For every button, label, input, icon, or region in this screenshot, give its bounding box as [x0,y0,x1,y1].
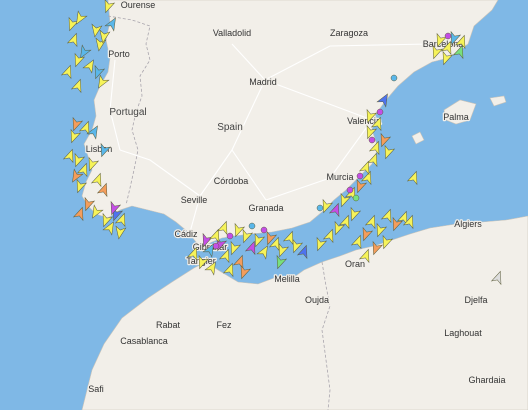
vessel-marker[interactable] [248,222,256,230]
vessel-marker[interactable] [356,172,364,180]
vessel-marker[interactable] [390,74,398,82]
vessel-marker[interactable] [352,194,360,202]
city-granada: Granada [248,203,283,213]
city-cadiz: Cádiz [174,229,198,239]
city-laghouat: Laghouat [444,328,482,338]
city-safi: Safi [88,384,104,394]
vessel-marker[interactable] [212,242,220,250]
city-murcia: Murcia [326,172,353,182]
city-rabat: Rabat [156,320,181,330]
vessel-marker[interactable] [346,186,354,194]
vessel-marker[interactable] [376,108,384,116]
city-palma: Palma [443,112,469,122]
city-porto: Porto [108,49,130,59]
vessel-map[interactable]: Portugal Spain Ourense Valladolid Zarago… [0,0,528,410]
vessel-marker[interactable] [368,136,376,144]
city-casablanca: Casablanca [120,336,168,346]
vessel-marker[interactable] [226,232,234,240]
city-algiers: Algiers [454,219,482,229]
city-djelfa: Djelfa [464,295,487,305]
city-fez: Fez [216,320,232,330]
city-zaragoza: Zaragoza [330,28,368,38]
country-label-spain: Spain [217,122,243,133]
city-oran: Oran [345,259,365,269]
vessel-marker[interactable] [260,226,268,234]
vessel-marker[interactable] [444,32,452,40]
city-seville: Seville [181,195,208,205]
city-madrid: Madrid [249,77,277,87]
map-canvas[interactable]: Portugal Spain Ourense Valladolid Zarago… [0,0,528,410]
city-ourense: Ourense [121,0,156,10]
country-label-portugal: Portugal [109,107,146,118]
city-valladolid: Valladolid [213,28,251,38]
city-oujda: Oujda [305,295,329,305]
city-cordoba: Córdoba [214,176,249,186]
vessel-marker[interactable] [316,204,324,212]
city-ghardaia: Ghardaia [468,375,505,385]
city-melilla: Melilla [274,274,300,284]
